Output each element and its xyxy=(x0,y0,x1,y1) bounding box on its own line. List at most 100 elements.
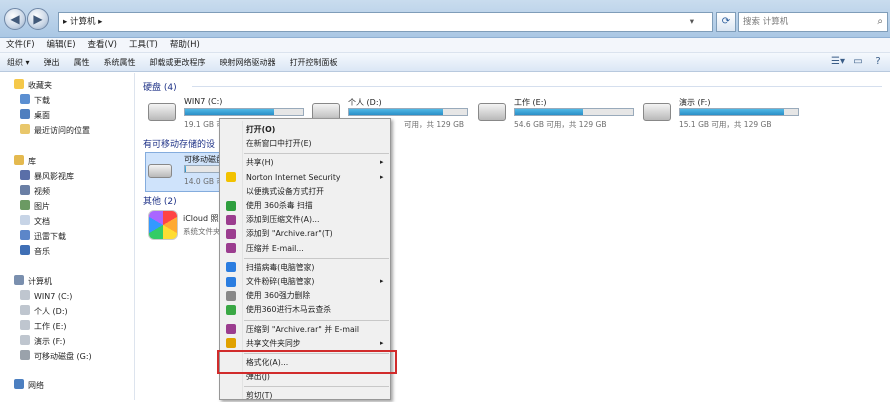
drive-icon xyxy=(20,305,30,315)
icloud-info: 系统文件夹 xyxy=(183,227,221,236)
sidebar-favorites[interactable]: 收藏夹 xyxy=(14,79,52,93)
icloud-photos-icon[interactable] xyxy=(148,210,178,240)
sidebar-item-music[interactable]: 音乐 xyxy=(20,245,50,259)
sidebar-item-drive-g[interactable]: 可移动磁盘 (G:) xyxy=(20,350,92,364)
context-menu-item[interactable]: 共享(H) xyxy=(246,156,274,169)
context-menu-item[interactable]: 压缩到 "Archive.rar" 并 E-mail xyxy=(246,323,359,336)
video-library-icon xyxy=(20,170,30,180)
sidebar-item-label: 个人 (D:) xyxy=(34,307,68,316)
drive-f[interactable]: 演示 (F:) 15.1 GB 可用，共 129 GB xyxy=(643,97,803,131)
forward-arrow-icon[interactable]: ▶ xyxy=(27,8,49,30)
drive-e[interactable]: 工作 (E:) 54.6 GB 可用，共 129 GB xyxy=(478,97,638,131)
control-panel-button[interactable]: 打开控制面板 xyxy=(283,53,345,72)
context-menu-item[interactable]: 添加到压缩文件(A)... xyxy=(246,213,319,226)
search-input[interactable]: 搜索 计算机 ⌕ xyxy=(738,12,888,32)
context-menu-item[interactable]: 剪切(T) xyxy=(246,389,272,402)
context-menu-item[interactable]: Norton Internet Security xyxy=(246,171,341,184)
organize-button[interactable]: 组织 ▾ xyxy=(0,53,37,72)
system-properties-button[interactable]: 系统属性 xyxy=(97,53,143,72)
address-path: ▸ 计算机 ▸ xyxy=(63,17,103,27)
sidebar-item-thunder[interactable]: 迅雷下载 xyxy=(20,230,66,244)
refresh-icon[interactable]: ⟳ xyxy=(716,12,736,32)
sidebar-item-label: 桌面 xyxy=(34,111,50,120)
sidebar-item-desktop[interactable]: 桌面 xyxy=(20,109,50,123)
context-menu-item[interactable]: 压缩并 E-mail... xyxy=(246,242,304,255)
sidebar-item-drive-e[interactable]: 工作 (E:) xyxy=(20,320,67,334)
menu-view[interactable]: 查看(V) xyxy=(82,38,123,53)
tencent-shield-icon xyxy=(226,276,236,287)
removable-drive-icon xyxy=(20,350,30,360)
sidebar-item-recent[interactable]: 最近访问的位置 xyxy=(20,124,90,138)
section-hard-disks[interactable]: 硬盘 (4) xyxy=(143,80,177,93)
preview-pane-icon[interactable]: ▭ xyxy=(850,55,866,69)
sidebar-item-pictures[interactable]: 图片 xyxy=(20,200,50,214)
sidebar-item-drive-d[interactable]: 个人 (D:) xyxy=(20,305,68,319)
sidebar-item-documents[interactable]: 文档 xyxy=(20,215,50,229)
drive-usage-bar xyxy=(184,165,220,173)
sidebar-item-label: 下载 xyxy=(34,96,50,105)
sidebar-network[interactable]: 网络 xyxy=(14,379,44,393)
help-icon[interactable]: ? xyxy=(870,55,886,69)
sync-icon xyxy=(226,338,236,349)
sidebar-item-baofeng[interactable]: 暴风影视库 xyxy=(20,170,74,184)
context-menu-item[interactable]: 共享文件夹同步 xyxy=(246,337,301,350)
sidebar-item-label: 迅雷下载 xyxy=(34,232,66,241)
context-menu-item[interactable]: 打开(O) xyxy=(246,123,275,136)
drive-g[interactable]: 可移动磁盘 14.0 GB 可用 xyxy=(148,154,231,188)
sidebar-item-downloads[interactable]: 下载 xyxy=(20,94,50,108)
back-arrow-icon[interactable]: ◀ xyxy=(4,8,26,30)
sidebar-libraries[interactable]: 库 xyxy=(14,155,36,169)
search-icon[interactable]: ⌕ xyxy=(877,13,883,31)
context-menu-item[interactable]: 以便携式设备方式打开 xyxy=(246,185,324,198)
sidebar-item-drive-c[interactable]: WIN7 (C:) xyxy=(20,290,72,304)
menu-help[interactable]: 帮助(H) xyxy=(164,38,206,53)
sidebar-item-label: 视频 xyxy=(34,187,50,196)
tencent-shield-icon xyxy=(226,262,236,273)
library-icon xyxy=(14,155,24,165)
context-menu-item[interactable]: 使用 360杀毒 扫描 xyxy=(246,199,313,212)
menu-edit[interactable]: 编辑(E) xyxy=(41,38,82,53)
drive-icon xyxy=(20,335,30,345)
sidebar-item-videos[interactable]: 视频 xyxy=(20,185,50,199)
section-others[interactable]: 其他 (2) xyxy=(143,194,177,207)
sidebar-item-label: 文档 xyxy=(34,217,50,226)
context-menu-item[interactable]: 文件粉碎(电脑管家) xyxy=(246,275,314,288)
properties-button[interactable]: 属性 xyxy=(67,53,97,72)
menu-file[interactable]: 文件(F) xyxy=(0,38,41,53)
submenu-arrow-icon: ▸ xyxy=(380,172,384,181)
drive-info: 54.6 GB 可用，共 129 GB xyxy=(514,120,607,129)
sidebar-item-label: 工作 (E:) xyxy=(34,322,67,331)
submenu-arrow-icon: ▸ xyxy=(380,338,384,347)
sidebar-item-label: 最近访问的位置 xyxy=(34,126,90,135)
context-menu-item[interactable]: 在新窗口中打开(E) xyxy=(246,137,312,150)
section-removable[interactable]: 有可移动存储的设 xyxy=(143,137,215,150)
sidebar-item-label: 图片 xyxy=(34,202,50,211)
navigation-pane: 收藏夹 下载 桌面 最近访问的位置 库 暴风影视库 视频 图片 文档 迅雷下载 … xyxy=(0,73,135,400)
uninstall-button[interactable]: 卸载或更改程序 xyxy=(143,53,213,72)
map-drive-button[interactable]: 映射网络驱动器 xyxy=(213,53,283,72)
desktop-icon xyxy=(20,109,30,119)
eject-button[interactable]: 弹出 xyxy=(37,53,67,72)
drive-info: 15.1 GB 可用，共 129 GB xyxy=(679,120,772,129)
context-menu-item[interactable]: 扫描病毒(电脑管家) xyxy=(246,261,314,274)
drive-name: 个人 (D:) xyxy=(348,98,382,107)
address-bar[interactable]: ▸ 计算机 ▸ ▾ xyxy=(58,12,713,32)
sidebar-computer[interactable]: 计算机 xyxy=(14,275,52,289)
menu-tools[interactable]: 工具(T) xyxy=(123,38,164,53)
hard-drive-icon xyxy=(478,103,506,121)
sidebar-computer-label: 计算机 xyxy=(28,277,52,286)
drive-usage-bar xyxy=(348,108,468,116)
menu-bar: 文件(F) 编辑(E) 查看(V) 工具(T) 帮助(H) xyxy=(0,38,890,53)
sidebar-item-label: 暴风影视库 xyxy=(34,172,74,181)
removable-drive-icon xyxy=(148,164,172,178)
view-options-icon[interactable]: ☰▾ xyxy=(830,55,846,69)
menu-separator xyxy=(244,257,389,259)
sidebar-item-drive-f[interactable]: 演示 (F:) xyxy=(20,335,65,349)
menu-separator xyxy=(244,319,389,321)
section-divider xyxy=(192,86,882,87)
context-menu-item[interactable]: 使用 360强力删除 xyxy=(246,289,310,302)
chevron-down-icon[interactable]: ▾ xyxy=(690,13,694,31)
context-menu-item[interactable]: 添加到 "Archive.rar"(T) xyxy=(246,227,333,240)
context-menu-item[interactable]: 使用360进行木马云查杀 xyxy=(246,303,331,316)
sidebar-item-label: 音乐 xyxy=(34,247,50,256)
